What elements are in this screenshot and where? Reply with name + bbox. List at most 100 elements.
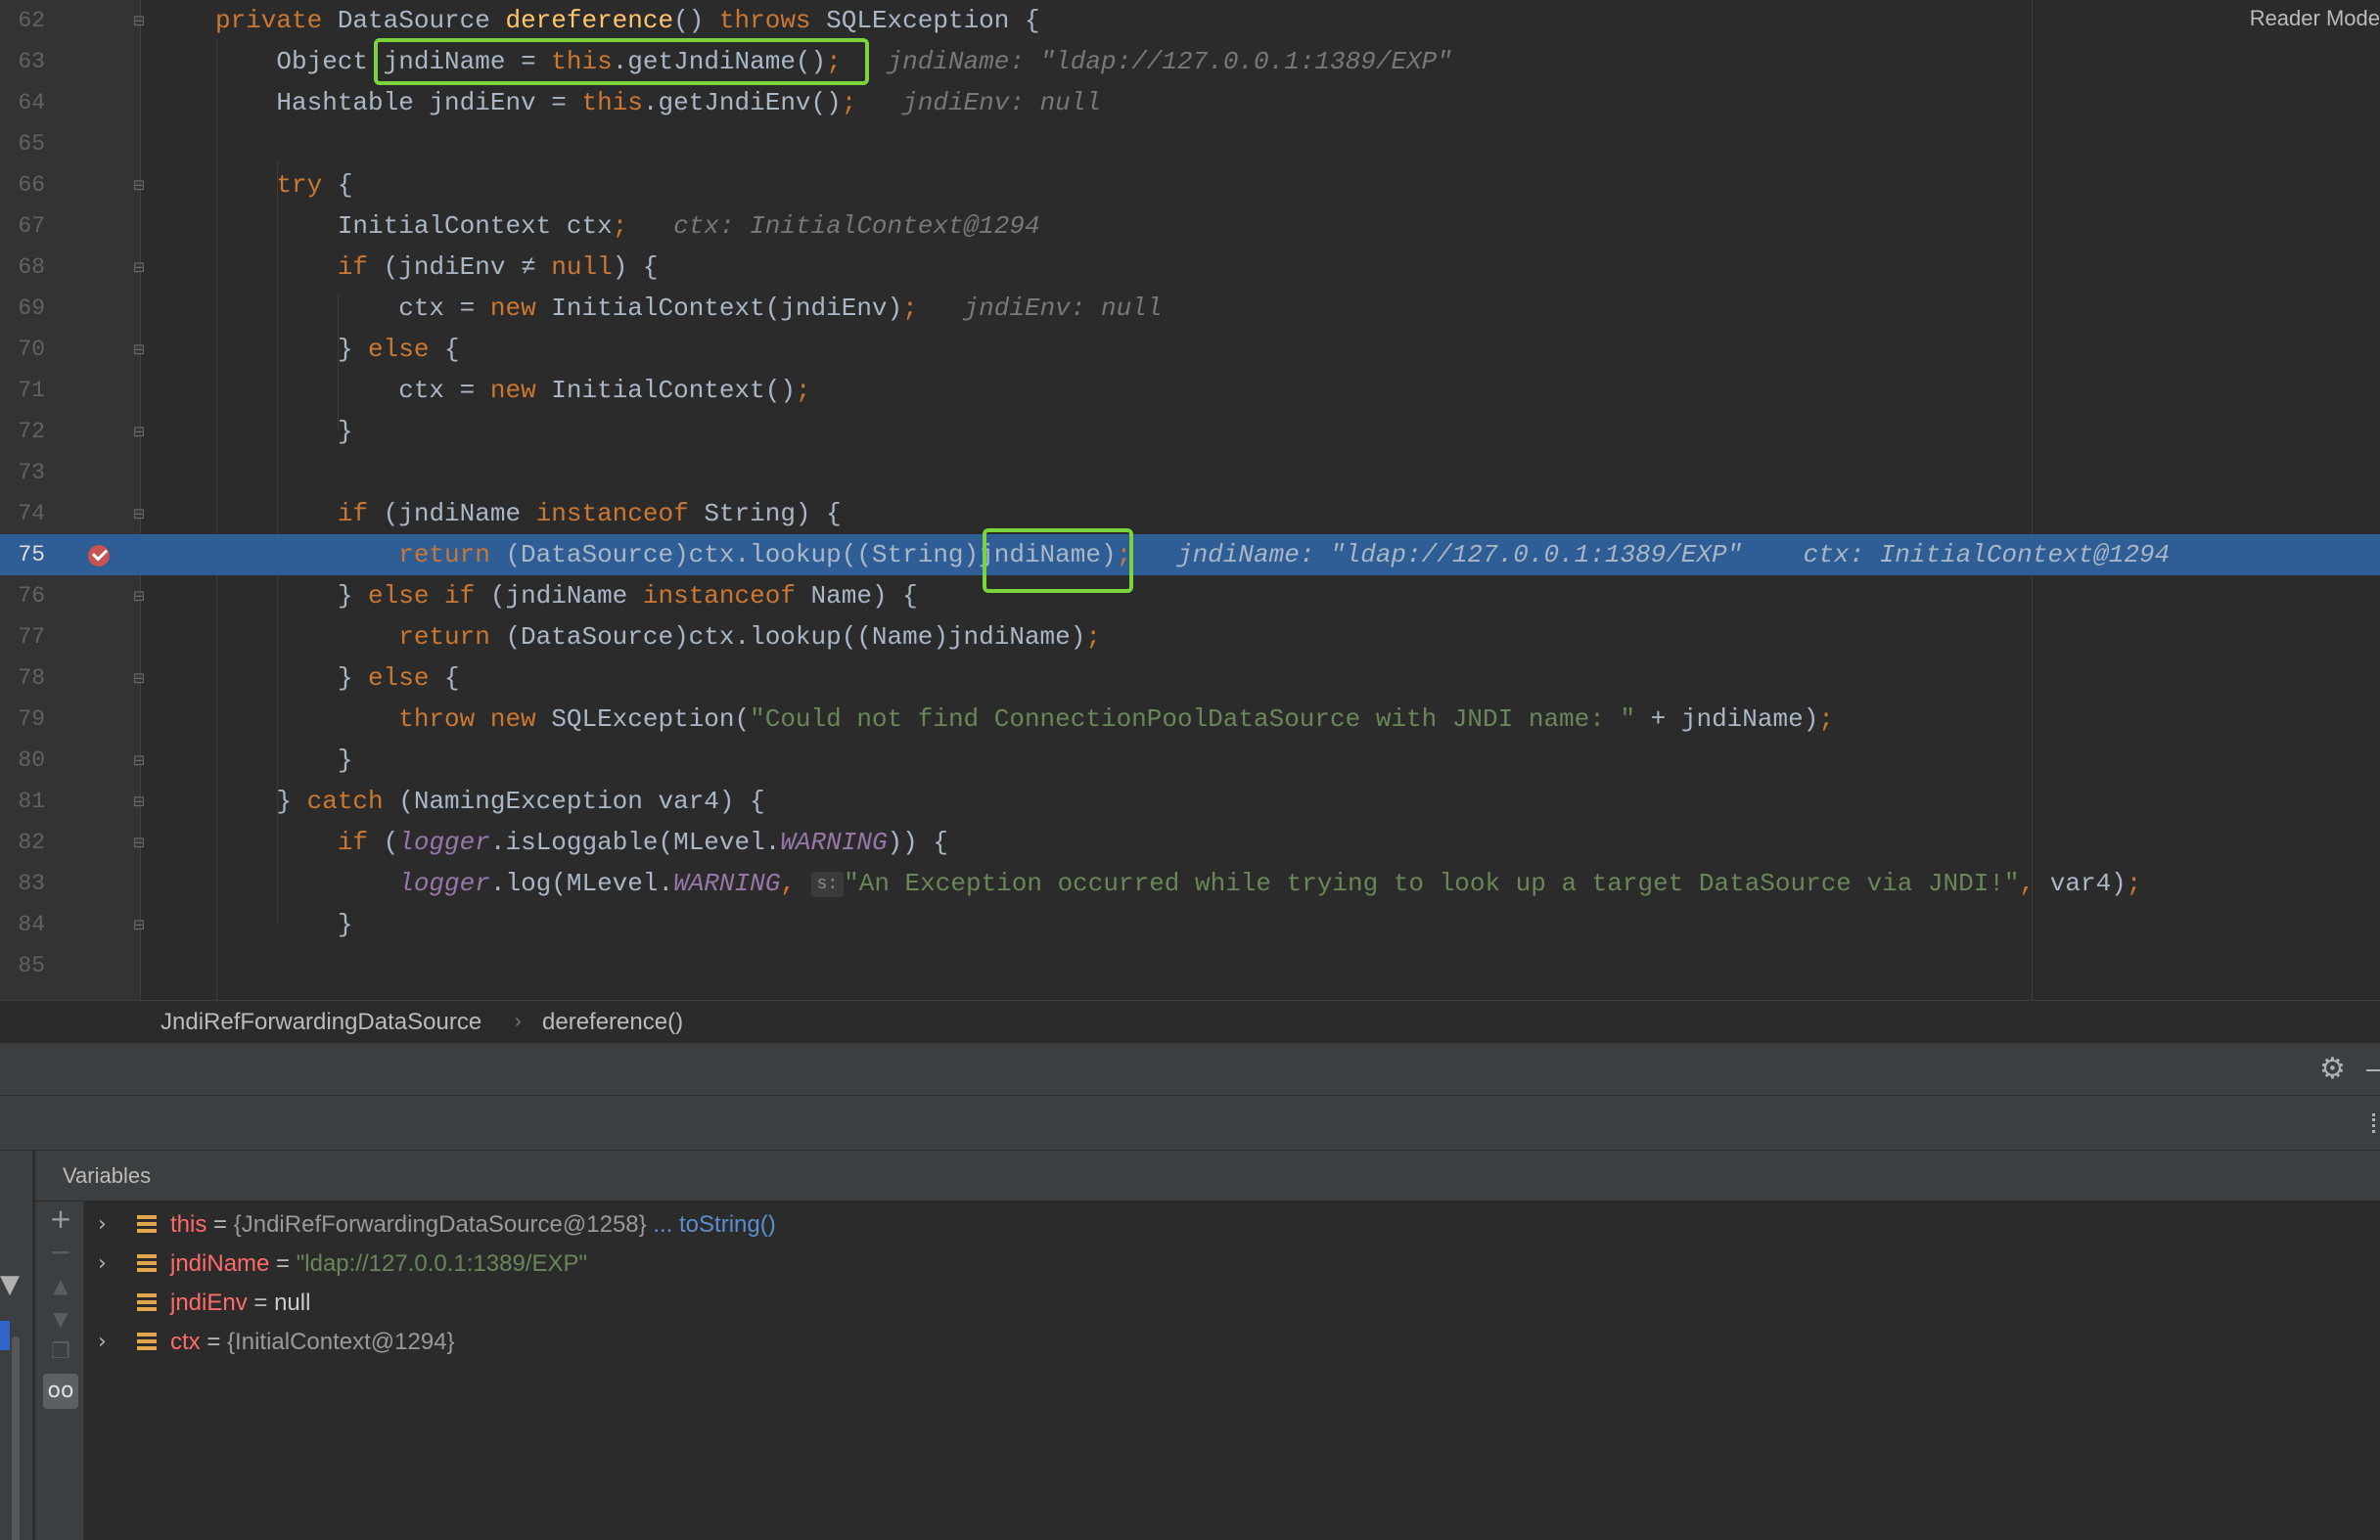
line-number[interactable]: 69 bbox=[0, 288, 45, 329]
code-token: ; bbox=[795, 376, 811, 405]
code-line[interactable]: 73 bbox=[0, 452, 2380, 493]
fold-marker-icon[interactable]: ⊟ bbox=[131, 340, 147, 358]
code-line[interactable]: 71 ctx = new InitialContext(); bbox=[0, 370, 2380, 411]
variable-icon bbox=[137, 1254, 157, 1274]
variable-name: ctx bbox=[170, 1329, 201, 1355]
fold-marker-icon[interactable]: ⊟ bbox=[131, 176, 147, 194]
line-number[interactable]: 63 bbox=[0, 41, 45, 82]
code-line[interactable]: 68 ⊟ if (jndiEnv ≠ null) { bbox=[0, 247, 2380, 288]
fold-marker-icon[interactable]: ⊟ bbox=[131, 793, 147, 810]
line-number[interactable]: 71 bbox=[0, 370, 45, 411]
line-number[interactable]: 78 bbox=[0, 657, 45, 699]
code-token: { bbox=[444, 663, 460, 693]
code-line[interactable]: 80 ⊟ } bbox=[0, 740, 2380, 781]
fold-marker-icon[interactable]: ⊟ bbox=[131, 916, 147, 933]
line-number[interactable]: 67 bbox=[0, 205, 45, 247]
minimize-icon[interactable] bbox=[2366, 1069, 2380, 1071]
code-token: "An Exception occurred while trying to l… bbox=[844, 869, 2020, 898]
code-token: ctx = bbox=[215, 376, 490, 405]
code-line[interactable]: 77 return (DataSource)ctx.lookup((Name)j… bbox=[0, 616, 2380, 657]
line-number[interactable]: 72 bbox=[0, 411, 45, 452]
chevron-right-icon[interactable]: › bbox=[98, 1323, 117, 1362]
code-token: (jndiName bbox=[489, 581, 643, 611]
fold-marker-icon[interactable]: ⊟ bbox=[131, 505, 147, 522]
code-line[interactable]: 69 ctx = new InitialContext(jndiEnv); jn… bbox=[0, 288, 2380, 329]
code-line[interactable]: 76 ⊟ } else if (jndiName instanceof Name)… bbox=[0, 575, 2380, 616]
line-number[interactable]: 82 bbox=[0, 822, 45, 863]
line-number[interactable]: 64 bbox=[0, 82, 45, 123]
fold-marker-icon[interactable]: ⊟ bbox=[131, 423, 147, 440]
copy-icon[interactable]: ❐ bbox=[43, 1335, 78, 1370]
line-number[interactable]: 84 bbox=[0, 904, 45, 945]
variable-row[interactable]: › jndiName = "ldap://127.0.0.1:1389/EXP" bbox=[94, 1245, 2345, 1284]
line-number[interactable]: 74 bbox=[0, 493, 45, 534]
line-number[interactable]: 62 bbox=[0, 0, 45, 41]
code-line[interactable]: 64 Hashtable jndiEnv = this.getJndiEnv()… bbox=[0, 82, 2380, 123]
line-number[interactable]: 75 bbox=[0, 534, 45, 575]
code-line[interactable]: 78 ⊟ } else { bbox=[0, 657, 2380, 699]
variable-row[interactable]: › this = {JndiRefForwardingDataSource@125… bbox=[94, 1205, 2345, 1245]
move-down-icon[interactable]: ▼ bbox=[43, 1301, 78, 1336]
add-watch-icon[interactable]: + bbox=[43, 1201, 78, 1237]
code-line[interactable]: 70 ⊟ } else { bbox=[0, 329, 2380, 370]
fold-marker-icon[interactable]: ⊟ bbox=[131, 12, 147, 29]
line-number[interactable]: 73 bbox=[0, 452, 45, 493]
fold-marker-icon[interactable]: ⊟ bbox=[131, 669, 147, 687]
code-line[interactable]: 72 ⊟ } bbox=[0, 411, 2380, 452]
more-options-icon[interactable] bbox=[2372, 1113, 2380, 1133]
fold-marker-icon[interactable]: ⊟ bbox=[131, 587, 147, 605]
execution-line[interactable]: 75 return (DataSource)ctx.lookup((String… bbox=[0, 534, 2380, 575]
code-text: } else if (jndiName instanceof Name) { bbox=[215, 575, 918, 616]
fold-marker-icon[interactable]: ⊟ bbox=[131, 751, 147, 769]
line-number[interactable]: 85 bbox=[0, 945, 45, 986]
line-number[interactable]: 81 bbox=[0, 781, 45, 822]
chevron-right-icon[interactable]: › bbox=[98, 1205, 117, 1245]
code-line[interactable]: 67 InitialContext ctx; ctx: InitialConte… bbox=[0, 205, 2380, 247]
debug-tool-window-header: ⚙ bbox=[0, 1043, 2380, 1096]
gear-icon[interactable]: ⚙ bbox=[2319, 1055, 2346, 1084]
line-number[interactable]: 70 bbox=[0, 329, 45, 370]
code-line[interactable]: 66 ⊟ try { bbox=[0, 164, 2380, 205]
code-text: } catch (NamingException var4) { bbox=[215, 781, 764, 822]
filter-icon[interactable]: ▼ bbox=[0, 1270, 20, 1299]
code-line[interactable]: 62 ⊟ private DataSource dereference() thro… bbox=[0, 0, 2380, 41]
line-number[interactable]: 79 bbox=[0, 699, 45, 740]
code-line[interactable]: 79 throw new SQLException("Could not fin… bbox=[0, 699, 2380, 740]
breadcrumb-class[interactable]: JndiRefForwardingDataSource bbox=[160, 1009, 481, 1036]
line-number[interactable]: 80 bbox=[0, 740, 45, 781]
breakpoint-icon[interactable] bbox=[88, 545, 110, 566]
variable-tostring-link[interactable]: ... toString() bbox=[647, 1211, 775, 1238]
code-line[interactable]: 81 ⊟ } catch (NamingException var4) { bbox=[0, 781, 2380, 822]
breadcrumb-method[interactable]: dereference() bbox=[542, 1009, 683, 1036]
code-token: if bbox=[215, 828, 384, 857]
code-line[interactable]: 82 ⊟ if (logger.isLoggable(MLevel.WARNING… bbox=[0, 822, 2380, 863]
fold-marker-icon[interactable]: ⊟ bbox=[131, 258, 147, 276]
code-token: return bbox=[215, 540, 506, 569]
code-line[interactable]: 63 Object jndiName = this.getJndiName();… bbox=[0, 41, 2380, 82]
frames-panel-edge[interactable]: ▼ bbox=[0, 1151, 33, 1540]
code-line[interactable]: 84 ⊟ } bbox=[0, 904, 2380, 945]
move-up-icon[interactable]: ▲ bbox=[43, 1268, 78, 1303]
line-number[interactable]: 76 bbox=[0, 575, 45, 616]
line-number[interactable]: 83 bbox=[0, 863, 45, 904]
reader-mode-button[interactable]: Reader Mode bbox=[2250, 6, 2380, 31]
code-text: private DataSource dereference() throws … bbox=[215, 0, 1040, 41]
chevron-right-icon[interactable]: › bbox=[98, 1245, 117, 1284]
code-line[interactable]: 74 ⊟ if (jndiName instanceof String) { bbox=[0, 493, 2380, 534]
variable-row[interactable]: › ctx = {InitialContext@1294} bbox=[94, 1323, 2345, 1362]
line-number[interactable]: 77 bbox=[0, 616, 45, 657]
parameter-hint: s: bbox=[810, 872, 845, 897]
glasses-icon[interactable]: oo bbox=[43, 1374, 78, 1409]
line-number[interactable]: 66 bbox=[0, 164, 45, 205]
remove-watch-icon[interactable]: − bbox=[43, 1235, 78, 1270]
fold-marker-icon[interactable]: ⊟ bbox=[131, 834, 147, 851]
code-line[interactable]: 83 logger.log(MLevel.WARNING, s: "An Exce… bbox=[0, 863, 2380, 904]
frames-scrollbar[interactable] bbox=[12, 1336, 20, 1540]
code-line[interactable]: 85 bbox=[0, 945, 2380, 986]
line-number[interactable]: 68 bbox=[0, 247, 45, 288]
variable-row[interactable]: jndiEnv = null bbox=[94, 1284, 2345, 1323]
line-number[interactable]: 65 bbox=[0, 123, 45, 164]
code-token: DataSource bbox=[337, 6, 506, 35]
code-editor[interactable]: 62 ⊟ private DataSource dereference() thro… bbox=[0, 0, 2380, 1000]
code-line[interactable]: 65 bbox=[0, 123, 2380, 164]
